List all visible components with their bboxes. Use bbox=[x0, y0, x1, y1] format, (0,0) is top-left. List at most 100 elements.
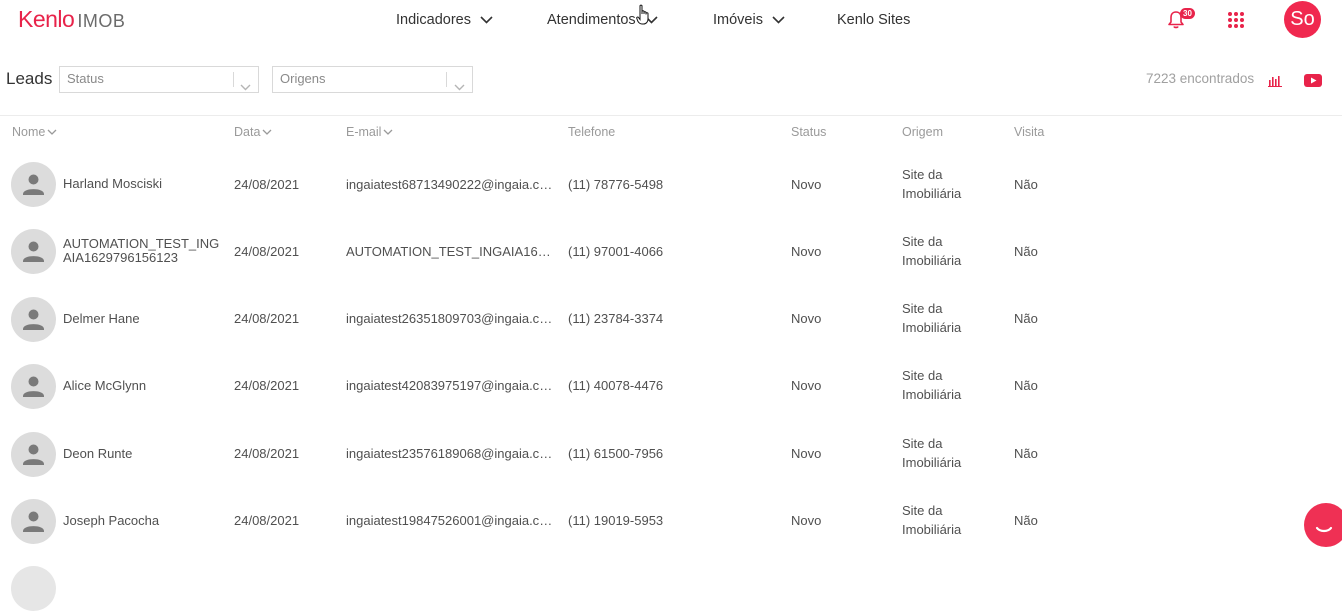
lead-origin: Site da Imobiliária bbox=[902, 301, 962, 335]
sort-chevron-icon bbox=[383, 129, 393, 135]
lead-name[interactable]: Harland Mosciski bbox=[63, 177, 223, 191]
lead-phone: (11) 19019-5953 bbox=[568, 513, 664, 528]
lead-email: ingaiatest26351809703@ingaia.co... bbox=[346, 311, 556, 326]
nav-indicadores[interactable]: Indicadores bbox=[396, 10, 493, 30]
nav-kenlo-sites[interactable]: Kenlo Sites bbox=[837, 10, 910, 30]
lead-visit: Não bbox=[1014, 446, 1038, 461]
lead-status: Novo bbox=[791, 311, 822, 326]
column-header-origem: Origem bbox=[902, 125, 943, 139]
logo-product: IMOB bbox=[77, 11, 126, 31]
column-header-email[interactable]: E-mail bbox=[346, 125, 393, 139]
kenlo-imob-logo[interactable]: Kenlo IMOB bbox=[18, 6, 125, 33]
nav-indicadores-label: Indicadores bbox=[396, 12, 471, 28]
lead-visit: Não bbox=[1014, 378, 1038, 393]
column-header-data[interactable]: Data bbox=[234, 125, 272, 139]
person-icon bbox=[23, 376, 44, 397]
person-icon bbox=[23, 511, 44, 532]
lead-phone: (11) 40078-4476 bbox=[568, 378, 664, 393]
chat-support-icon[interactable] bbox=[1304, 503, 1342, 547]
chevron-down-icon bbox=[772, 16, 785, 24]
lead-name[interactable]: Alice McGlynn bbox=[63, 379, 223, 393]
select-divider bbox=[233, 72, 234, 87]
page-title: Leads bbox=[6, 69, 53, 88]
user-avatar[interactable]: So bbox=[1284, 1, 1321, 38]
person-icon bbox=[23, 444, 44, 465]
lead-phone: (11) 61500-7956 bbox=[568, 446, 664, 461]
hand-cursor-icon bbox=[636, 4, 652, 31]
avatar bbox=[11, 162, 56, 207]
table-row[interactable]: Alice McGlynn 24/08/2021 ingaiatest42083… bbox=[0, 364, 1342, 431]
nav-atendimentos-label: Atendimentos bbox=[547, 12, 636, 28]
chevron-down-icon bbox=[240, 75, 251, 99]
origens-filter-select[interactable]: Origens bbox=[272, 66, 473, 93]
apps-grid-icon[interactable] bbox=[1228, 12, 1244, 28]
column-header-visita: Visita bbox=[1014, 125, 1045, 139]
notifications-count-badge: 30 bbox=[1180, 8, 1195, 19]
select-divider bbox=[446, 72, 447, 87]
table-row[interactable]: Delmer Hane 24/08/2021 ingaiatest2635180… bbox=[0, 297, 1342, 364]
avatar bbox=[11, 297, 56, 342]
column-header-telefone: Telefone bbox=[568, 125, 616, 139]
person-icon bbox=[23, 174, 44, 195]
column-header-data-label: Data bbox=[234, 125, 261, 139]
lead-name[interactable]: Deon Runte bbox=[63, 447, 223, 461]
nav-imoveis-label: Imóveis bbox=[713, 12, 763, 28]
lead-status: Novo bbox=[791, 446, 822, 461]
lead-status: Novo bbox=[791, 513, 822, 528]
youtube-play-icon[interactable] bbox=[1304, 74, 1322, 92]
avatar bbox=[11, 364, 56, 409]
nav-imoveis[interactable]: Imóveis bbox=[713, 10, 785, 30]
lead-status: Novo bbox=[791, 244, 822, 259]
table-row[interactable]: Deon Runte 24/08/2021 ingaiatest23576189… bbox=[0, 432, 1342, 499]
lead-date: 24/08/2021 bbox=[234, 446, 300, 461]
lead-visit: Não bbox=[1014, 244, 1038, 259]
lead-email: ingaiatest68713490222@ingaia.co... bbox=[346, 177, 556, 192]
sort-chevron-icon bbox=[262, 129, 272, 135]
logo-brand: Kenlo bbox=[18, 6, 75, 32]
top-navigation: Kenlo IMOB Indicadores Atendimentos Imóv… bbox=[0, 0, 1342, 40]
lead-email: AUTOMATION_TEST_INGAIA1629... bbox=[346, 244, 556, 259]
column-header-nome-label: Nome bbox=[12, 125, 46, 139]
lead-origin: Site da Imobiliária bbox=[902, 167, 962, 201]
lead-email: ingaiatest19847526001@ingaia.co... bbox=[346, 513, 556, 528]
nav-kenlo-sites-label: Kenlo Sites bbox=[837, 12, 911, 28]
column-header-status: Status bbox=[791, 125, 827, 139]
sort-chevron-icon bbox=[47, 129, 57, 135]
lead-name[interactable]: Joseph Pacocha bbox=[63, 514, 223, 528]
lead-status: Novo bbox=[791, 378, 822, 393]
lead-email: ingaiatest23576189068@ingaia.co... bbox=[346, 446, 556, 461]
lead-origin: Site da Imobiliária bbox=[902, 436, 962, 470]
bar-chart-icon[interactable] bbox=[1268, 74, 1282, 92]
lead-origin: Site da Imobiliária bbox=[902, 503, 962, 537]
lead-phone: (11) 23784-3374 bbox=[568, 311, 664, 326]
lead-date: 24/08/2021 bbox=[234, 311, 300, 326]
status-filter-select[interactable]: Status bbox=[59, 66, 259, 93]
lead-visit: Não bbox=[1014, 311, 1038, 326]
lead-status: Novo bbox=[791, 177, 822, 192]
table-row[interactable]: AUTOMATION_TEST_INGAIA1629796156123 24/0… bbox=[0, 229, 1342, 296]
lead-visit: Não bbox=[1014, 177, 1038, 192]
origens-filter-placeholder: Origens bbox=[280, 71, 326, 86]
person-icon bbox=[23, 241, 44, 262]
lead-origin: Site da Imobiliária bbox=[902, 368, 962, 402]
status-filter-placeholder: Status bbox=[67, 71, 104, 86]
table-row[interactable]: Harland Mosciski 24/08/2021 ingaiatest68… bbox=[0, 162, 1342, 229]
chevron-down-icon bbox=[480, 16, 493, 24]
table-row[interactable]: Joseph Pacocha 24/08/2021 ingaiatest1984… bbox=[0, 499, 1342, 566]
lead-date: 24/08/2021 bbox=[234, 378, 300, 393]
lead-phone: (11) 78776-5498 bbox=[568, 177, 664, 192]
lead-origin: Site da Imobiliária bbox=[902, 234, 962, 268]
lead-date: 24/08/2021 bbox=[234, 177, 300, 192]
avatar bbox=[11, 432, 56, 477]
lead-phone: (11) 97001-4066 bbox=[568, 244, 664, 259]
notifications-bell-icon[interactable]: 30 bbox=[1166, 8, 1195, 32]
header-divider bbox=[0, 115, 1342, 116]
lead-name[interactable]: Delmer Hane bbox=[63, 312, 223, 326]
lead-visit: Não bbox=[1014, 513, 1038, 528]
avatar bbox=[11, 566, 56, 611]
chevron-down-icon bbox=[454, 75, 465, 99]
lead-name[interactable]: AUTOMATION_TEST_INGAIA1629796156123 bbox=[63, 237, 223, 265]
column-header-nome[interactable]: Nome bbox=[12, 125, 57, 139]
avatar bbox=[11, 499, 56, 544]
avatar bbox=[11, 229, 56, 274]
